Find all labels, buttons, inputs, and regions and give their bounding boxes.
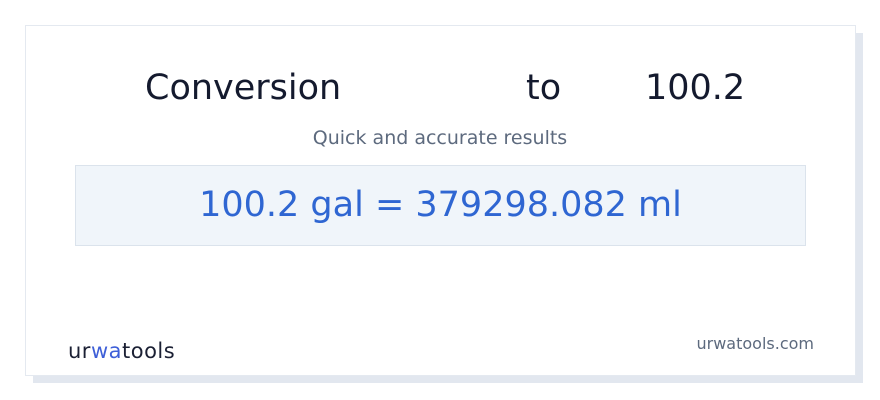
logo-part-tools: tools bbox=[122, 339, 176, 363]
result-box: 100.2 gal = 379298.082 ml bbox=[75, 165, 806, 246]
result-text: 100.2 gal = 379298.082 ml bbox=[199, 185, 682, 225]
subtitle: Quick and accurate results bbox=[312, 127, 568, 149]
site-link[interactable]: urwatools.com bbox=[697, 332, 815, 356]
logo-part-ur: ur bbox=[68, 339, 91, 363]
brand-logo[interactable]: urwatools bbox=[68, 336, 175, 366]
logo-part-wa: wa bbox=[90, 339, 122, 363]
title-mid: to bbox=[526, 68, 562, 108]
conversion-title: Conversion to 100.2 bbox=[0, 64, 880, 112]
title-left: Conversion bbox=[145, 68, 342, 108]
title-right: 100.2 bbox=[645, 68, 746, 108]
